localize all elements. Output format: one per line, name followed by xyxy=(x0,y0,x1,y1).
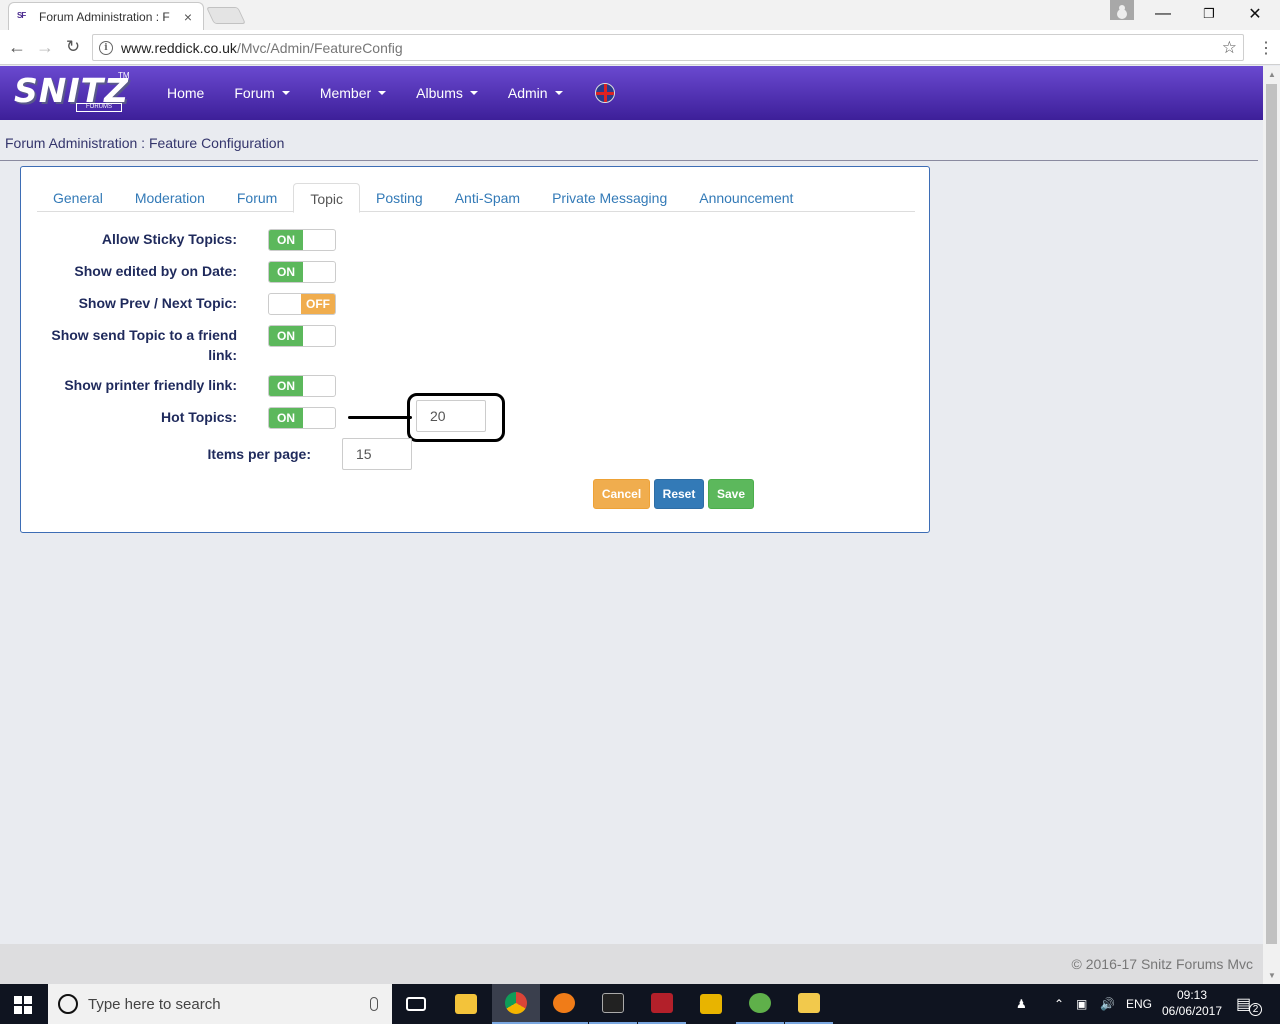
caret-down-icon xyxy=(281,91,290,95)
close-window-icon[interactable]: ✕ xyxy=(1232,0,1278,28)
address-bar[interactable]: i www.reddick.co.uk/Mvc/Admin/FeatureCon… xyxy=(92,34,1244,61)
printer-friendly-label: Show printer friendly link: xyxy=(64,377,237,393)
scroll-thumb[interactable] xyxy=(1266,84,1277,944)
scroll-down-icon[interactable]: ▼ xyxy=(1268,971,1276,980)
edited-by-label: Show edited by on Date: xyxy=(74,263,237,279)
windows-taskbar: Type here to search ♟ ⌃ ▣ 🔊 ENG 09:13 06… xyxy=(0,984,1280,1024)
tab-favicon-icon: SF xyxy=(17,10,26,20)
avast-icon[interactable] xyxy=(540,984,588,1024)
page-scrollbar[interactable]: ▲ ▼ xyxy=(1263,66,1280,984)
file-explorer-icon[interactable] xyxy=(442,984,490,1024)
chrome-icon[interactable] xyxy=(492,984,540,1024)
nav-forum[interactable]: Forum xyxy=(219,85,304,101)
prev-next-toggle[interactable]: OFF xyxy=(268,293,336,315)
annotation-arrow-line xyxy=(348,416,412,419)
people-icon[interactable]: ♟ xyxy=(1016,984,1027,1024)
windows-start-icon[interactable] xyxy=(14,996,32,1014)
snitz-logo[interactable]: SNITZ TM FORUMS xyxy=(14,71,130,115)
action-center-icon[interactable]: ▤ 2 xyxy=(1236,994,1262,1016)
task-view-icon[interactable] xyxy=(392,984,440,1024)
feature-config-panel: General Moderation Forum Topic Posting A… xyxy=(20,166,930,533)
items-per-page-label: Items per page: xyxy=(207,446,311,462)
notification-count-badge: 2 xyxy=(1249,1003,1262,1016)
forward-icon[interactable]: → xyxy=(34,36,56,58)
hot-topics-label: Hot Topics: xyxy=(161,409,237,425)
nav-member[interactable]: Member xyxy=(305,85,401,101)
sticky-topics-toggle[interactable]: ON xyxy=(268,229,336,251)
language-indicator[interactable]: ENG xyxy=(1126,984,1152,1024)
back-icon[interactable]: ← xyxy=(6,36,28,58)
caret-down-icon xyxy=(469,91,478,95)
nav-admin[interactable]: Admin xyxy=(493,85,578,101)
tab-posting[interactable]: Posting xyxy=(360,183,439,212)
tab-anti-spam[interactable]: Anti-Spam xyxy=(439,183,536,212)
database-app-icon[interactable] xyxy=(736,984,784,1024)
printer-friendly-toggle[interactable]: ON xyxy=(268,375,336,397)
minimize-icon[interactable]: — xyxy=(1140,0,1186,28)
tray-chevron-up-icon[interactable]: ⌃ xyxy=(1054,984,1064,1024)
tab-topic[interactable]: Topic xyxy=(293,183,360,213)
archive-app-icon[interactable] xyxy=(687,984,735,1024)
network-icon[interactable]: ▣ xyxy=(1076,984,1087,1024)
reset-button[interactable]: Reset xyxy=(654,479,704,509)
tab-general[interactable]: General xyxy=(37,183,119,212)
url-path: /Mvc/Admin/FeatureConfig xyxy=(236,39,403,56)
browser-tabstrip: SF Forum Administration : F × — ❐ ✕ xyxy=(0,0,1280,30)
nav-links: Home Forum Member Albums Admin xyxy=(152,66,578,120)
command-prompt-icon[interactable] xyxy=(589,984,637,1024)
tab-moderation[interactable]: Moderation xyxy=(119,183,221,212)
tab-announcement[interactable]: Announcement xyxy=(683,183,809,212)
info-icon[interactable]: i xyxy=(99,40,113,55)
profile-icon[interactable] xyxy=(1110,0,1134,20)
microphone-icon[interactable] xyxy=(370,997,378,1011)
edited-by-toggle[interactable]: ON xyxy=(268,261,336,283)
nav-home[interactable]: Home xyxy=(152,85,219,101)
bookmark-star-icon[interactable]: ☆ xyxy=(1222,38,1237,58)
divider xyxy=(0,160,1258,161)
scroll-up-icon[interactable]: ▲ xyxy=(1268,70,1276,79)
caret-down-icon xyxy=(554,91,563,95)
site-navbar: SNITZ TM FORUMS Home Forum Member Albums… xyxy=(0,66,1263,120)
tab-forum[interactable]: Forum xyxy=(221,183,293,212)
volume-icon[interactable]: 🔊 xyxy=(1100,984,1115,1024)
browser-toolbar: ← → ↻ i www.reddick.co.uk/Mvc/Admin/Feat… xyxy=(0,30,1280,65)
browser-menu-icon[interactable]: ⋮ xyxy=(1258,38,1274,58)
page-footer: © 2016-17 Snitz Forums Mvc xyxy=(0,944,1263,984)
hot-topics-toggle[interactable]: ON xyxy=(268,407,336,429)
browser-tab[interactable]: SF Forum Administration : F × xyxy=(8,2,204,30)
hot-topics-input[interactable]: 20 xyxy=(416,400,486,432)
filezilla-icon[interactable] xyxy=(638,984,686,1024)
taskbar-clock[interactable]: 09:13 06/06/2017 xyxy=(1160,987,1224,1019)
restore-icon[interactable]: ❐ xyxy=(1186,0,1232,28)
reload-icon[interactable]: ↻ xyxy=(62,36,84,58)
copyright-text: © 2016-17 Snitz Forums Mvc xyxy=(1071,956,1254,972)
cancel-button[interactable]: Cancel xyxy=(593,479,650,509)
items-per-page-input[interactable]: 15 xyxy=(342,438,412,470)
save-button[interactable]: Save xyxy=(708,479,754,509)
tab-private-messaging[interactable]: Private Messaging xyxy=(536,183,683,212)
notes-app-icon[interactable] xyxy=(785,984,833,1024)
tab-title: Forum Administration : F xyxy=(39,9,170,24)
caret-down-icon xyxy=(378,91,387,95)
cortana-icon[interactable] xyxy=(58,994,78,1014)
config-tabs: General Moderation Forum Topic Posting A… xyxy=(37,183,915,213)
taskbar-search-box[interactable]: Type here to search xyxy=(48,984,392,1024)
send-friend-toggle[interactable]: ON xyxy=(268,325,336,347)
uk-flag-icon[interactable] xyxy=(595,83,615,103)
prev-next-label: Show Prev / Next Topic: xyxy=(78,295,237,311)
taskbar-search-placeholder: Type here to search xyxy=(88,995,221,1013)
sticky-topics-label: Allow Sticky Topics: xyxy=(101,231,237,247)
url-host: www.reddick.co.uk xyxy=(121,39,237,56)
new-tab-button[interactable] xyxy=(206,7,246,24)
breadcrumb: Forum Administration : Feature Configura… xyxy=(5,135,285,151)
tab-close-icon[interactable]: × xyxy=(181,9,195,25)
nav-albums[interactable]: Albums xyxy=(401,85,493,101)
send-friend-label: Show send Topic to a friend link: xyxy=(51,327,237,363)
